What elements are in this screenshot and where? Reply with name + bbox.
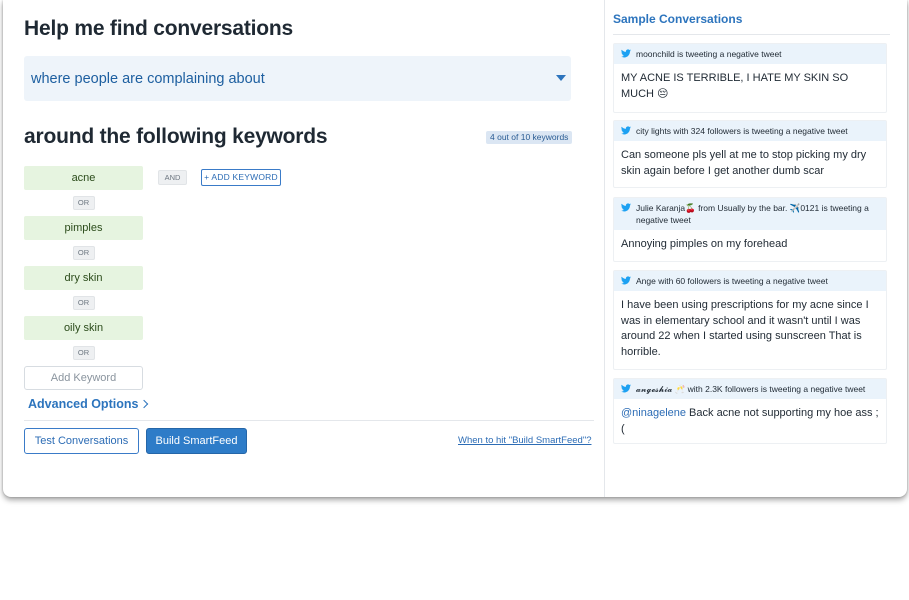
keyword-count-badge: 4 out of 10 keywords [486,131,573,144]
tweet-card[interactable]: 𝓪𝓷𝓰𝓮𝓼𝓱𝓲𝓪 🥂 with 2.3K followers is tweeti… [613,378,887,444]
divider [613,34,890,35]
tweet-header: 𝓪𝓷𝓰𝓮𝓼𝓱𝓲𝓪 🥂 with 2.3K followers is tweeti… [614,379,886,399]
tweet-card[interactable]: Julie Karanja🍒 from Usually by the bar. … [613,197,887,262]
divider [24,420,594,421]
add-keyword-input[interactable]: Add Keyword [24,366,143,390]
tweet-card[interactable]: Ange with 60 followers is tweeting a neg… [613,270,887,370]
chevron-right-icon [140,399,149,409]
or-operator: OR [72,296,95,310]
tweet-text: @ninagelene Back acne not supporting my … [614,399,886,444]
query-builder-panel: Help me find conversations where people … [3,0,604,497]
tweet-text: Annoying pimples on my forehead [621,238,788,250]
keyword-chip-oily-skin[interactable]: oily skin [24,316,143,340]
sample-conversations-panel: Sample Conversations moonchild is tweeti… [604,0,907,497]
intent-dropdown-value: where people are complaining about [31,71,265,87]
tweet-author-line: city lights with 324 followers is tweeti… [636,126,848,136]
test-conversations-button[interactable]: Test Conversations [24,428,139,454]
twitter-bird-icon [621,49,631,58]
tweet-text: Can someone pls yell at me to stop picki… [621,149,867,177]
intent-dropdown[interactable]: where people are complaining about [24,56,571,101]
tweet-header: city lights with 324 followers is tweeti… [614,121,886,141]
tweet-card[interactable]: city lights with 324 followers is tweeti… [613,120,887,188]
keyword-chip-dry-skin[interactable]: dry skin [24,266,143,290]
sample-conversations-title: Sample Conversations [613,12,743,26]
or-operator: OR [72,246,95,260]
tweet-text: MY ACNE IS TERRIBLE, I HATE MY SKIN SO M… [621,72,849,100]
tweet-header: Julie Karanja🍒 from Usually by the bar. … [614,198,886,230]
tweet-mention[interactable]: @ninagelene [621,407,686,419]
or-operator: OR [72,196,95,210]
tweet-author-line: 𝓪𝓷𝓰𝓮𝓼𝓱𝓲𝓪 🥂 with 2.3K followers is tweeti… [636,384,866,394]
twitter-bird-icon [621,203,631,212]
tweet-author-line: Ange with 60 followers is tweeting a neg… [636,276,828,286]
tweet-header: moonchild is tweeting a negative tweet [614,44,886,64]
twitter-bird-icon [621,384,631,393]
keyword-chip-acne[interactable]: acne [24,166,143,190]
twitter-bird-icon [621,126,631,135]
page-title: Help me find conversations [24,17,294,40]
smartfeed-builder-card: Help me find conversations where people … [3,0,907,497]
tweet-header: Ange with 60 followers is tweeting a neg… [614,271,886,291]
or-operator: OR [72,346,95,360]
tweet-card[interactable]: moonchild is tweeting a negative tweet M… [613,43,887,113]
keyword-group: acne OR pimples OR dry skin OR oily skin… [24,166,143,390]
tweet-text: I have been using prescriptions for my a… [621,299,869,358]
advanced-options-label: Advanced Options [28,397,139,411]
and-operator: AND [158,170,187,185]
tweet-author-line: moonchild is tweeting a negative tweet [636,49,782,59]
build-smartfeed-button[interactable]: Build SmartFeed [146,428,247,454]
build-smartfeed-help-link[interactable]: When to hit "Build SmartFeed"? [458,435,591,446]
keywords-title: around the following keywords [24,125,328,148]
advanced-options-link[interactable]: Advanced Options [28,397,149,411]
caret-down-icon [556,75,566,81]
tweet-author-line: Julie Karanja🍒 from Usually by the bar. … [636,203,869,225]
add-keyword-button[interactable]: + ADD KEYWORD [201,169,281,186]
keyword-chip-pimples[interactable]: pimples [24,216,143,240]
twitter-bird-icon [621,276,631,285]
